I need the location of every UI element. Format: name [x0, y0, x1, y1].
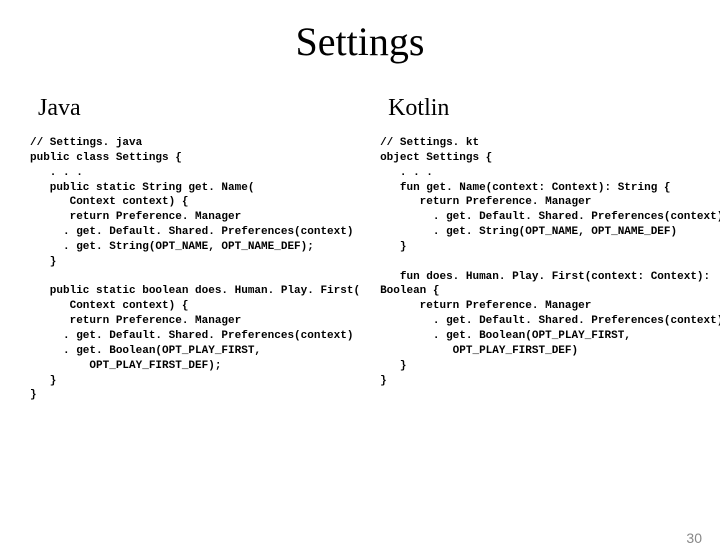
page-number: 30 [686, 530, 702, 546]
kotlin-code: // Settings. kt object Settings { . . . … [380, 136, 720, 388]
kotlin-header: Kotlin [380, 95, 720, 122]
kotlin-column: Kotlin // Settings. kt object Settings {… [380, 95, 720, 403]
java-column: Java // Settings. java public class Sett… [30, 95, 360, 403]
java-code: // Settings. java public class Settings … [30, 136, 360, 403]
slide-title: Settings [0, 18, 720, 65]
code-columns: Java // Settings. java public class Sett… [0, 95, 720, 403]
java-header: Java [30, 95, 360, 122]
